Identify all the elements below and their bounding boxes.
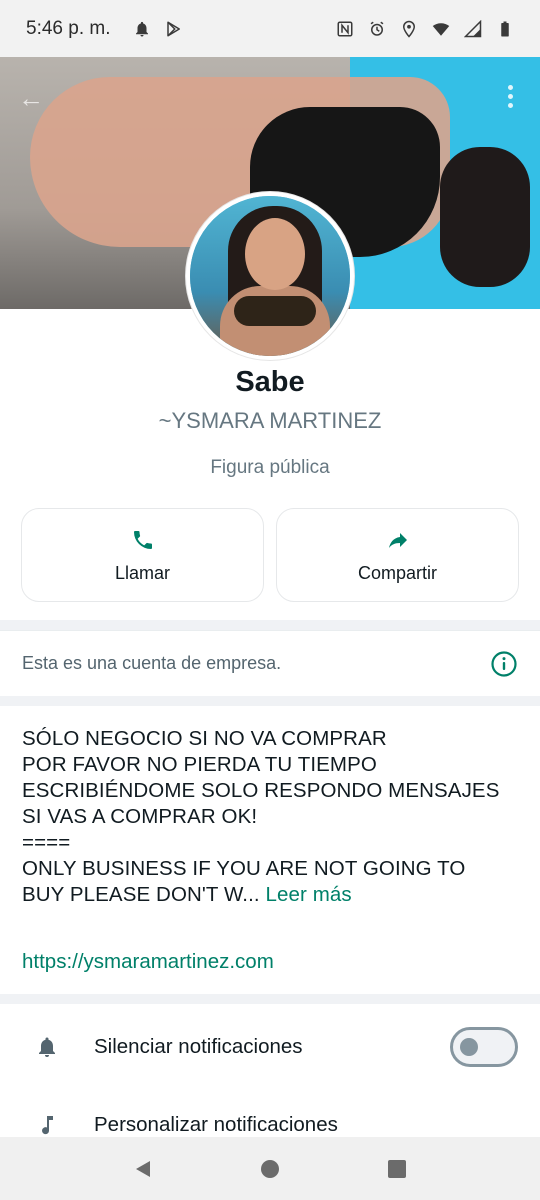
section-divider	[0, 994, 540, 1004]
custom-notifications-label: Personalizar notificaciones	[94, 1113, 338, 1136]
bell-icon	[135, 21, 148, 36]
call-button[interactable]: Llamar	[21, 508, 264, 602]
recents-square-icon[interactable]	[384, 1156, 410, 1182]
description-line-text: BUY PLEASE DON'T W...	[22, 883, 260, 906]
status-time: 5:46 p. m.	[26, 17, 111, 39]
bell-icon	[34, 1034, 60, 1060]
website-link[interactable]: https://ysmaramartinez.com	[22, 950, 274, 974]
cover-hair	[440, 147, 530, 287]
description-line: SÓLO NEGOCIO SI NO VA COMPRAR	[22, 727, 387, 750]
toggle-knob	[460, 1038, 478, 1056]
description-line: ESCRIBIÉNDOME SOLO RESPONDO MENSAJES	[22, 779, 500, 802]
business-notice-text: Esta es una cuenta de empresa.	[22, 653, 282, 673]
description-line: ONLY BUSINESS IF YOU ARE NOT GOING TO	[22, 857, 466, 880]
music-note-icon	[34, 1112, 60, 1138]
wifi-icon	[432, 22, 450, 36]
system-nav-bar	[0, 1137, 540, 1200]
alarm-icon	[370, 21, 384, 36]
more-vertical-icon[interactable]	[508, 85, 514, 109]
description-line: SI VAS A COMPRAR OK!	[22, 805, 258, 828]
profile-category: Figura pública	[210, 457, 330, 478]
section-divider	[0, 696, 540, 706]
description-line-last: BUY PLEASE DON'T W... Leer más	[22, 882, 522, 908]
play-store-icon	[166, 21, 180, 36]
battery-icon	[501, 21, 509, 36]
home-circle-icon[interactable]	[257, 1156, 283, 1182]
status-left-icons	[133, 20, 183, 38]
signal-icon	[464, 19, 482, 37]
location-icon	[402, 20, 416, 38]
profile-name: Sabe	[235, 366, 305, 398]
section-divider	[0, 620, 540, 630]
share-button-label: Compartir	[357, 562, 437, 583]
avatar[interactable]	[186, 192, 354, 360]
status-right-icons	[336, 19, 514, 38]
description-line: ====	[22, 831, 71, 854]
share-button[interactable]: Compartir	[276, 508, 519, 602]
back-arrow-icon[interactable]: ←	[18, 83, 44, 114]
avatar-face	[245, 218, 305, 290]
read-more-link[interactable]: Leer más	[265, 883, 351, 906]
description-line: POR FAVOR NO PIERDA TU TIEMPO	[22, 753, 377, 776]
share-icon	[385, 527, 411, 553]
profile-push-name: ~YSMARA MARTINEZ	[158, 408, 382, 433]
mute-notifications-row[interactable]: Silenciar notificaciones	[0, 1008, 540, 1086]
call-button-label: Llamar	[114, 562, 171, 583]
status-bar: 5:46 p. m.	[0, 0, 540, 57]
mute-notifications-toggle[interactable]	[450, 1027, 518, 1067]
phone-icon	[130, 527, 156, 553]
avatar-top	[234, 296, 316, 326]
back-triangle-icon[interactable]	[130, 1156, 156, 1182]
nfc-icon	[337, 21, 353, 36]
action-buttons: Llamar Compartir	[21, 508, 519, 602]
business-account-notice[interactable]: Esta es una cuenta de empresa.	[0, 630, 540, 696]
mute-notifications-label: Silenciar notificaciones	[94, 1035, 303, 1058]
business-description: SÓLO NEGOCIO SI NO VA COMPRAR POR FAVOR …	[22, 726, 522, 908]
info-icon[interactable]	[490, 650, 518, 678]
